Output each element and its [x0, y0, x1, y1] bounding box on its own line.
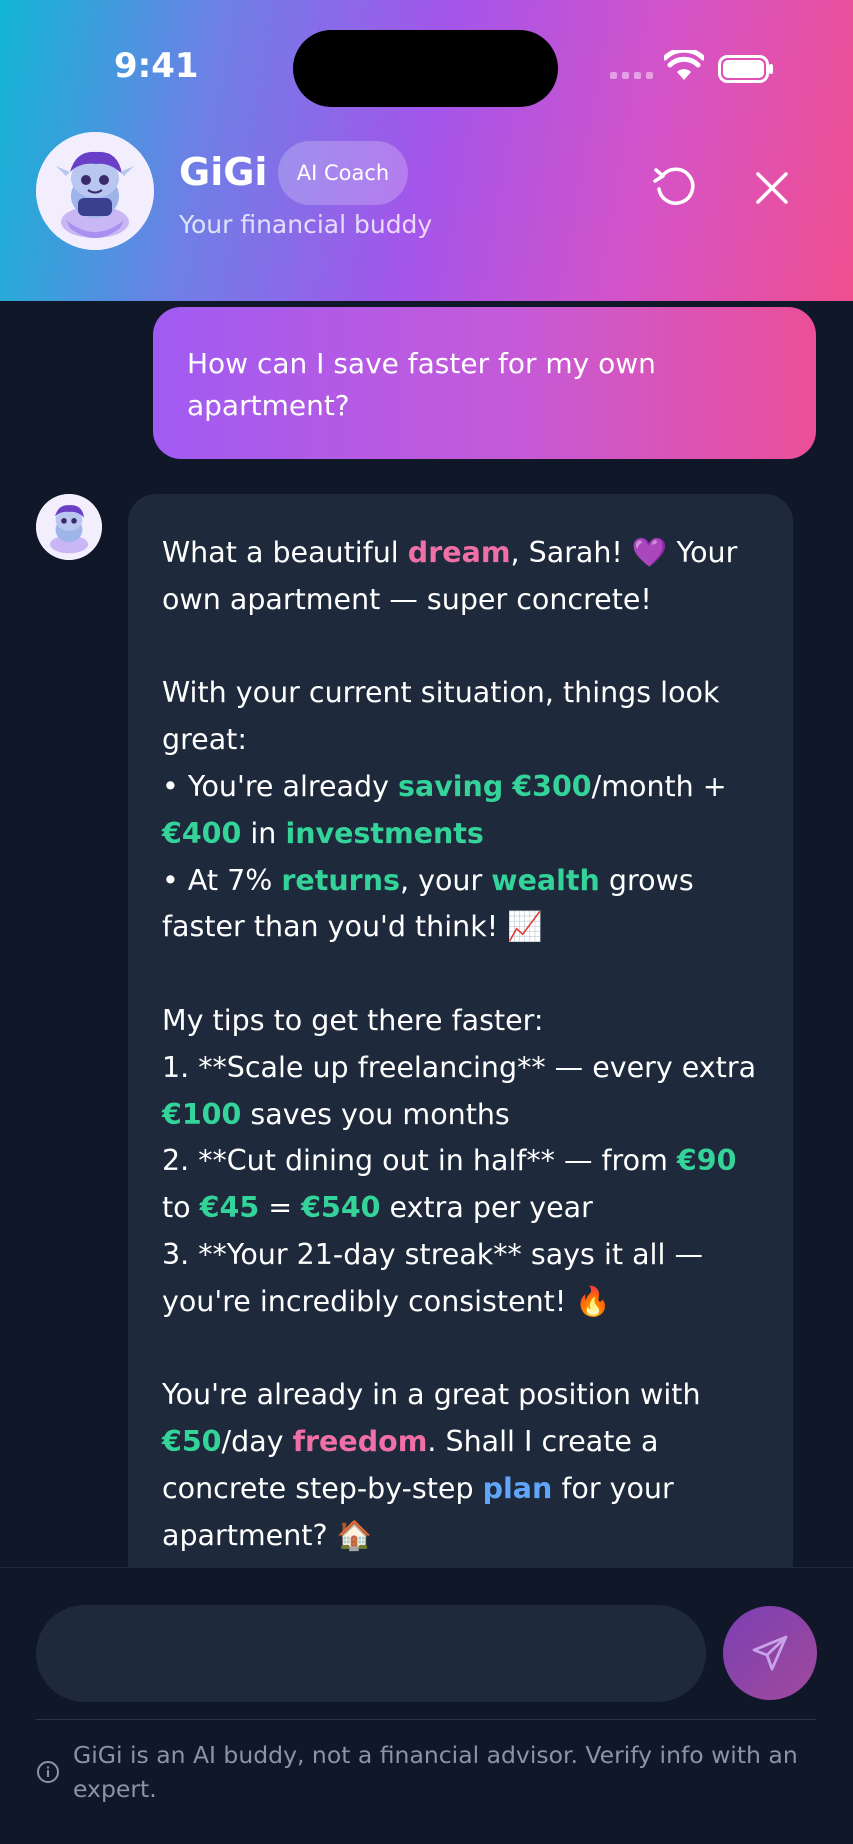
send-icon	[752, 1635, 788, 1671]
text-span: to	[162, 1191, 200, 1225]
highlight-amount: €100	[162, 1097, 242, 1131]
message-paragraph: You're already in a great position with …	[162, 1372, 759, 1559]
message-paragraph: With your current situation, things look…	[162, 670, 759, 764]
disclaimer-text: GiGi is an AI buddy, not a financial adv…	[73, 1741, 798, 1803]
send-button[interactable]	[723, 1606, 817, 1700]
text-span: My tips to get there faster:	[162, 1003, 544, 1037]
wifi-icon	[664, 50, 704, 80]
text-span	[503, 770, 512, 803]
text-span: /month +	[591, 769, 727, 803]
text-span: saves you months	[241, 1097, 510, 1131]
text-span: in	[241, 816, 286, 850]
close-icon[interactable]	[752, 168, 792, 208]
text-span: /day	[221, 1425, 293, 1459]
highlight-wealth: wealth	[491, 863, 600, 897]
highlight-amount: €50	[162, 1425, 222, 1459]
ai-coach-badge: AI Coach	[278, 141, 408, 205]
highlight-freedom: freedom	[292, 1425, 428, 1459]
text-span: What a beautiful	[162, 536, 408, 569]
message-paragraph: 1. **Scale up freelancing** — every extr…	[162, 1045, 759, 1139]
highlight-plan: plan	[482, 1471, 553, 1505]
text-span: 1. **Scale up freelancing** — every extr…	[162, 1050, 757, 1084]
highlight-dream: dream	[407, 536, 511, 569]
text-span: You're already in a great position with	[162, 1378, 701, 1412]
highlight-amount: €45	[199, 1191, 260, 1225]
message-paragraph: What a beautiful dream, Sarah! 💜 Your ow…	[162, 530, 759, 624]
gigi-message-avatar	[36, 494, 102, 560]
coach-name: GiGi	[179, 150, 268, 194]
signal-icon	[610, 72, 653, 79]
highlight-investments: investments	[285, 816, 484, 850]
highlight-amount: €90	[676, 1144, 737, 1178]
gigi-avatar	[36, 132, 154, 250]
message-paragraph: • At 7% returns, your wealth grows faste…	[162, 858, 759, 952]
text-span: =	[259, 1191, 302, 1225]
text-span: 3. **Your 21-day streak** says it all — …	[162, 1237, 703, 1318]
message-paragraph: • You're already saving €300/month + €40…	[162, 764, 759, 858]
status-time: 9:41	[114, 46, 199, 86]
highlight-returns: returns	[281, 863, 400, 897]
text-span: • You're already	[162, 769, 399, 803]
info-icon	[37, 1761, 59, 1783]
message-composer: GiGi is an AI buddy, not a financial adv…	[0, 1567, 853, 1844]
message-paragraph: 2. **Cut dining out in half** — from €90…	[162, 1138, 759, 1232]
highlight-saving: saving	[398, 769, 504, 803]
dynamic-island	[293, 30, 558, 107]
reset-icon[interactable]	[652, 164, 698, 210]
text-span: 2. **Cut dining out in half** — from	[162, 1144, 677, 1178]
divider	[36, 1719, 816, 1720]
message-input[interactable]	[36, 1605, 706, 1702]
text-span: extra per year	[380, 1191, 593, 1225]
bot-message-bubble: What a beautiful dream, Sarah! 💜 Your ow…	[128, 494, 793, 1574]
highlight-amount: €540	[301, 1191, 381, 1225]
highlight-amount: €300	[512, 769, 592, 803]
user-message-bubble: How can I save faster for my own apartme…	[153, 307, 816, 459]
text-span: With your current situation, things look…	[162, 676, 720, 757]
message-paragraph: 3. **Your 21-day streak** says it all — …	[162, 1232, 759, 1326]
text-span: • At 7%	[162, 863, 282, 897]
chat-header: 9:41 GiGi AI Coach Your financial buddy	[0, 0, 853, 301]
highlight-amount: €400	[162, 816, 242, 850]
message-paragraph: My tips to get there faster:	[162, 998, 759, 1045]
battery-icon	[718, 55, 773, 83]
coach-subtitle: Your financial buddy	[179, 210, 433, 239]
text-span: , your	[399, 863, 492, 897]
